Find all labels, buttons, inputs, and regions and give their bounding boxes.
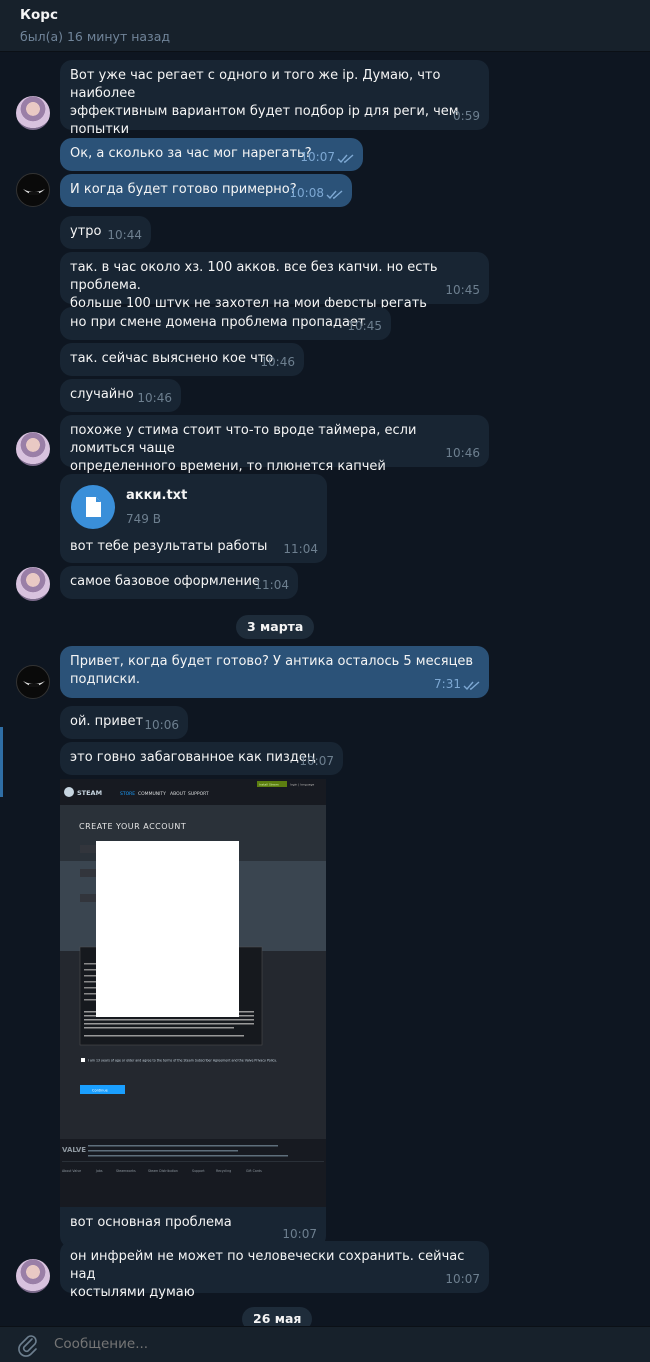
steam-nav-store: STORE bbox=[120, 791, 135, 797]
avatar-face-icon bbox=[23, 681, 45, 687]
message-outgoing[interactable]: Привет, когда будет готово? У антика ост… bbox=[60, 646, 489, 698]
message-time: 10:45 bbox=[445, 283, 480, 297]
message-incoming[interactable]: случайно 10:46 bbox=[60, 379, 181, 412]
message-incoming[interactable]: похоже у стима стоит что-то вроде таймер… bbox=[60, 415, 489, 474]
svg-text:Steamworks: Steamworks bbox=[116, 1169, 136, 1173]
message-incoming[interactable]: он инфрейм не может по человечески сохра… bbox=[60, 1241, 489, 1300]
message-time: 10:44 bbox=[107, 228, 142, 242]
message-text: это говно забагованное как пиздец bbox=[70, 750, 316, 765]
message-incoming[interactable]: Вот уже час регает с одного и того же ip… bbox=[60, 60, 489, 155]
scroll-indicator bbox=[0, 727, 3, 797]
avatar[interactable] bbox=[16, 96, 50, 130]
double-check-icon bbox=[463, 681, 480, 691]
avatar-face-icon bbox=[23, 189, 45, 195]
file-icon[interactable] bbox=[71, 485, 115, 529]
message-text: он инфрейм не может по человечески сохра… bbox=[70, 1249, 465, 1300]
message-composer[interactable] bbox=[0, 1326, 650, 1362]
svg-text:Gift Cards: Gift Cards bbox=[246, 1169, 262, 1173]
message-list[interactable]: Вот уже час регает с одного и того же ip… bbox=[0, 52, 650, 1326]
svg-text:Jobs: Jobs bbox=[95, 1169, 103, 1173]
avatar[interactable] bbox=[16, 665, 50, 699]
paperclip-icon[interactable] bbox=[16, 1333, 40, 1357]
steam-nav-support: SUPPORT bbox=[188, 791, 209, 797]
message-time: 10:08 bbox=[289, 186, 324, 200]
message-text: вот тебе результаты работы bbox=[70, 539, 268, 554]
message-incoming[interactable]: ой. привет 10:06 bbox=[60, 706, 188, 739]
message-text: но при смене домена проблема пропадает bbox=[70, 315, 366, 330]
message-time: 10:06 bbox=[144, 718, 179, 732]
file-size: 749 B bbox=[126, 512, 161, 526]
message-time: 0:59 bbox=[453, 109, 480, 123]
avatar[interactable] bbox=[16, 1259, 50, 1293]
continue-button: Continue bbox=[92, 1089, 108, 1093]
message-text: так. в час около хз. 100 акков. все без … bbox=[70, 260, 438, 311]
blank-iframe bbox=[96, 841, 239, 1017]
avatar[interactable] bbox=[16, 173, 50, 207]
svg-text:Support: Support bbox=[192, 1169, 205, 1173]
message-time: 10:46 bbox=[445, 446, 480, 460]
top-links: login | language bbox=[290, 783, 314, 787]
valve-footer-logo: VALVE bbox=[62, 1146, 86, 1154]
chat-header[interactable]: Корс был(а) 16 минут назад bbox=[0, 0, 650, 52]
file-name[interactable]: акки.txt bbox=[126, 487, 187, 505]
message-incoming[interactable]: но при смене домена проблема пропадает 1… bbox=[60, 307, 391, 340]
date-separator: 26 мая bbox=[242, 1307, 313, 1326]
message-time: 11:04 bbox=[283, 542, 318, 556]
message-time: 10:46 bbox=[260, 355, 295, 369]
message-incoming[interactable]: утро 10:44 bbox=[60, 216, 151, 249]
chat-status: был(а) 16 минут назад bbox=[20, 29, 170, 44]
svg-text:Steam Distribution: Steam Distribution bbox=[148, 1169, 178, 1173]
message-time: 10:46 bbox=[137, 391, 172, 405]
file-message[interactable]: акки.txt 749 B вот тебе результаты работ… bbox=[60, 474, 327, 563]
message-time: 7:31 bbox=[434, 677, 461, 691]
steam-nav-about: ABOUT bbox=[170, 791, 186, 797]
message-time: 11:04 bbox=[254, 578, 289, 592]
message-text: похоже у стима стоит что-то вроде таймер… bbox=[70, 423, 417, 474]
svg-text:Recycling: Recycling bbox=[216, 1169, 231, 1173]
date-separator: 3 марта bbox=[236, 615, 315, 639]
message-time: 10:45 bbox=[347, 319, 382, 333]
message-outgoing[interactable]: И когда будет готово примерно? 10:08 bbox=[60, 174, 352, 207]
message-incoming[interactable]: самое базовое оформление 11:04 bbox=[60, 566, 298, 599]
message-time: 10:07 bbox=[445, 1272, 480, 1286]
steam-logo-text: STEAM bbox=[77, 789, 102, 797]
svg-text:About Valve: About Valve bbox=[62, 1169, 81, 1173]
message-time: 10:07 bbox=[299, 754, 334, 768]
install-steam-button: Install Steam bbox=[259, 783, 279, 787]
attached-screenshot[interactable]: STEAM STORE COMMUNITY ABOUT SUPPORT Inst… bbox=[60, 779, 326, 1207]
double-check-icon bbox=[337, 154, 354, 164]
steam-nav-community: COMMUNITY bbox=[138, 791, 166, 797]
message-incoming[interactable]: так. сейчас выяснено кое что 10:46 bbox=[60, 343, 304, 376]
chat-title: Корс bbox=[20, 7, 58, 23]
double-check-icon bbox=[326, 190, 343, 200]
message-input[interactable] bbox=[54, 1336, 614, 1352]
avatar[interactable] bbox=[16, 432, 50, 466]
create-account-heading: CREATE YOUR ACCOUNT bbox=[79, 822, 186, 831]
agreement-checkbox-label: I am 13 years of age or older and agree … bbox=[88, 1059, 277, 1063]
message-text: Привет, когда будет готово? У антика ост… bbox=[70, 654, 474, 687]
steam-signup-screenshot: STEAM STORE COMMUNITY ABOUT SUPPORT Inst… bbox=[60, 779, 326, 1207]
message-outgoing[interactable]: Ок, а сколько за час мог нарегать? 10:07 bbox=[60, 138, 363, 171]
avatar[interactable] bbox=[16, 567, 50, 601]
message-incoming[interactable]: это говно забагованное как пиздец 10:07 bbox=[60, 742, 343, 775]
message-text: вот основная проблема bbox=[70, 1215, 232, 1230]
message-incoming[interactable]: так. в час около хз. 100 акков. все без … bbox=[60, 252, 489, 311]
message-time: 10:07 bbox=[300, 150, 335, 164]
